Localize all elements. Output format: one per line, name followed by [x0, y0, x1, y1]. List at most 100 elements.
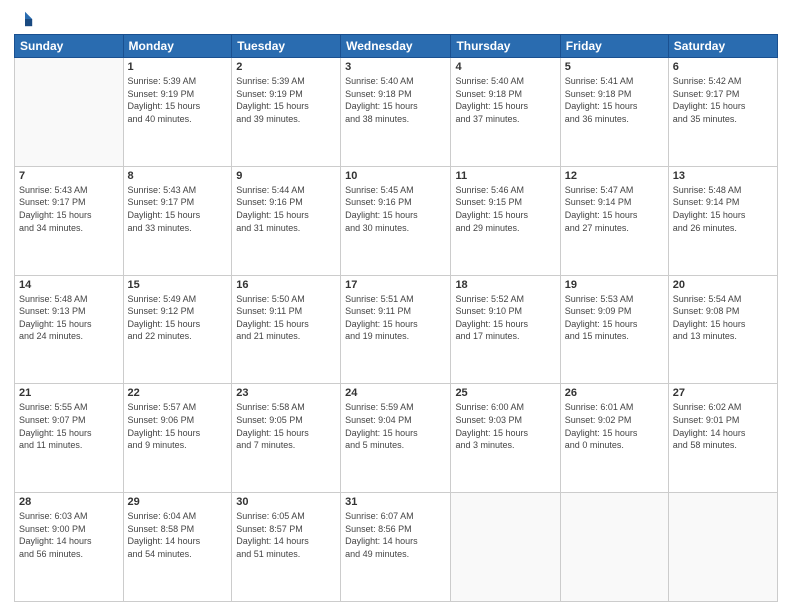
calendar-day-cell: 17 Sunrise: 5:51 AM Sunset: 9:11 PM Dayli… [341, 275, 451, 384]
day-number: 15 [128, 279, 228, 291]
calendar-day-cell: 29 Sunrise: 6:04 AM Sunset: 8:58 PM Dayli… [123, 493, 232, 602]
calendar-weekday-tuesday: Tuesday [232, 35, 341, 58]
logo [14, 10, 34, 28]
calendar-day-cell: 16 Sunrise: 5:50 AM Sunset: 9:11 PM Dayli… [232, 275, 341, 384]
page: SundayMondayTuesdayWednesdayThursdayFrid… [0, 0, 792, 612]
day-number: 18 [455, 279, 555, 291]
calendar-week-row-1: 1Sunrise: 5:39 AM Sunset: 9:19 PM Daylig… [15, 58, 778, 167]
day-info: Sunrise: 5:59 AM Sunset: 9:04 PM Dayligh… [345, 401, 446, 451]
day-info: Sunrise: 6:03 AM Sunset: 9:00 PM Dayligh… [19, 510, 119, 560]
calendar-day-cell: 28 Sunrise: 6:03 AM Sunset: 9:00 PM Dayli… [15, 493, 124, 602]
calendar-day-cell: 19 Sunrise: 5:53 AM Sunset: 9:09 PM Dayli… [560, 275, 668, 384]
calendar-day-cell: 14 Sunrise: 5:48 AM Sunset: 9:13 PM Dayli… [15, 275, 124, 384]
calendar-day-cell: 20 Sunrise: 5:54 AM Sunset: 9:08 PM Dayli… [668, 275, 777, 384]
day-number: 1 [128, 61, 228, 73]
calendar-header-row: SundayMondayTuesdayWednesdayThursdayFrid… [15, 35, 778, 58]
day-number: 7 [19, 170, 119, 182]
day-info: Sunrise: 5:48 AM Sunset: 9:14 PM Dayligh… [673, 184, 773, 234]
calendar-week-row-2: 7Sunrise: 5:43 AM Sunset: 9:17 PM Daylig… [15, 166, 778, 275]
calendar-day-cell: 15 Sunrise: 5:49 AM Sunset: 9:12 PM Dayli… [123, 275, 232, 384]
day-number: 6 [673, 61, 773, 73]
day-number: 9 [236, 170, 336, 182]
day-number: 2 [236, 61, 336, 73]
calendar-weekday-thursday: Thursday [451, 35, 560, 58]
day-info: Sunrise: 5:40 AM Sunset: 9:18 PM Dayligh… [345, 75, 446, 125]
calendar-day-cell: 5 Sunrise: 5:41 AM Sunset: 9:18 PM Daylig… [560, 58, 668, 167]
calendar-day-cell: 24Sunrise: 5:59 AM Sunset: 9:04 PM Dayli… [341, 384, 451, 493]
day-number: 16 [236, 279, 336, 291]
day-info: Sunrise: 5:48 AM Sunset: 9:13 PM Dayligh… [19, 293, 119, 343]
day-info: Sunrise: 6:00 AM Sunset: 9:03 PM Dayligh… [455, 401, 555, 451]
calendar-day-cell [451, 493, 560, 602]
calendar-day-cell: 30Sunrise: 6:05 AM Sunset: 8:57 PM Dayli… [232, 493, 341, 602]
calendar-table: SundayMondayTuesdayWednesdayThursdayFrid… [14, 34, 778, 602]
day-number: 3 [345, 61, 446, 73]
calendar-day-cell: 27 Sunrise: 6:02 AM Sunset: 9:01 PM Dayli… [668, 384, 777, 493]
calendar-day-cell: 9 Sunrise: 5:44 AM Sunset: 9:16 PM Daylig… [232, 166, 341, 275]
calendar-day-cell: 4 Sunrise: 5:40 AM Sunset: 9:18 PM Daylig… [451, 58, 560, 167]
calendar-day-cell: 3 Sunrise: 5:40 AM Sunset: 9:18 PM Daylig… [341, 58, 451, 167]
day-number: 31 [345, 496, 446, 508]
calendar-day-cell: 7Sunrise: 5:43 AM Sunset: 9:17 PM Daylig… [15, 166, 124, 275]
day-info: Sunrise: 5:49 AM Sunset: 9:12 PM Dayligh… [128, 293, 228, 343]
calendar-day-cell: 13Sunrise: 5:48 AM Sunset: 9:14 PM Dayli… [668, 166, 777, 275]
calendar-weekday-monday: Monday [123, 35, 232, 58]
day-number: 17 [345, 279, 446, 291]
day-number: 4 [455, 61, 555, 73]
calendar-day-cell [560, 493, 668, 602]
calendar-day-cell: 10 Sunrise: 5:45 AM Sunset: 9:16 PM Dayli… [341, 166, 451, 275]
logo-icon [16, 10, 34, 28]
day-number: 12 [565, 170, 664, 182]
day-number: 22 [128, 387, 228, 399]
day-info: Sunrise: 5:41 AM Sunset: 9:18 PM Dayligh… [565, 75, 664, 125]
day-info: Sunrise: 6:02 AM Sunset: 9:01 PM Dayligh… [673, 401, 773, 451]
calendar-weekday-wednesday: Wednesday [341, 35, 451, 58]
calendar-day-cell [668, 493, 777, 602]
calendar-day-cell [15, 58, 124, 167]
day-info: Sunrise: 5:54 AM Sunset: 9:08 PM Dayligh… [673, 293, 773, 343]
day-info: Sunrise: 6:05 AM Sunset: 8:57 PM Dayligh… [236, 510, 336, 560]
calendar-day-cell: 31 Sunrise: 6:07 AM Sunset: 8:56 PM Dayli… [341, 493, 451, 602]
calendar-week-row-4: 21Sunrise: 5:55 AM Sunset: 9:07 PM Dayli… [15, 384, 778, 493]
day-number: 28 [19, 496, 119, 508]
calendar-day-cell: 22 Sunrise: 5:57 AM Sunset: 9:06 PM Dayli… [123, 384, 232, 493]
calendar-weekday-friday: Friday [560, 35, 668, 58]
day-number: 11 [455, 170, 555, 182]
calendar-day-cell: 25 Sunrise: 6:00 AM Sunset: 9:03 PM Dayli… [451, 384, 560, 493]
day-number: 10 [345, 170, 446, 182]
day-info: Sunrise: 5:51 AM Sunset: 9:11 PM Dayligh… [345, 293, 446, 343]
day-info: Sunrise: 5:57 AM Sunset: 9:06 PM Dayligh… [128, 401, 228, 451]
day-info: Sunrise: 5:53 AM Sunset: 9:09 PM Dayligh… [565, 293, 664, 343]
day-info: Sunrise: 6:01 AM Sunset: 9:02 PM Dayligh… [565, 401, 664, 451]
calendar-week-row-3: 14 Sunrise: 5:48 AM Sunset: 9:13 PM Dayli… [15, 275, 778, 384]
calendar-day-cell: 6 Sunrise: 5:42 AM Sunset: 9:17 PM Daylig… [668, 58, 777, 167]
day-info: Sunrise: 5:58 AM Sunset: 9:05 PM Dayligh… [236, 401, 336, 451]
calendar-day-cell: 1Sunrise: 5:39 AM Sunset: 9:19 PM Daylig… [123, 58, 232, 167]
day-info: Sunrise: 5:42 AM Sunset: 9:17 PM Dayligh… [673, 75, 773, 125]
day-info: Sunrise: 6:07 AM Sunset: 8:56 PM Dayligh… [345, 510, 446, 560]
day-number: 20 [673, 279, 773, 291]
day-number: 27 [673, 387, 773, 399]
day-info: Sunrise: 5:46 AM Sunset: 9:15 PM Dayligh… [455, 184, 555, 234]
day-number: 29 [128, 496, 228, 508]
calendar-week-row-5: 28 Sunrise: 6:03 AM Sunset: 9:00 PM Dayli… [15, 493, 778, 602]
day-info: Sunrise: 5:45 AM Sunset: 9:16 PM Dayligh… [345, 184, 446, 234]
calendar-day-cell: 11 Sunrise: 5:46 AM Sunset: 9:15 PM Dayli… [451, 166, 560, 275]
calendar-day-cell: 21Sunrise: 5:55 AM Sunset: 9:07 PM Dayli… [15, 384, 124, 493]
day-info: Sunrise: 6:04 AM Sunset: 8:58 PM Dayligh… [128, 510, 228, 560]
calendar-day-cell: 12 Sunrise: 5:47 AM Sunset: 9:14 PM Dayli… [560, 166, 668, 275]
calendar-weekday-sunday: Sunday [15, 35, 124, 58]
day-info: Sunrise: 5:52 AM Sunset: 9:10 PM Dayligh… [455, 293, 555, 343]
day-number: 14 [19, 279, 119, 291]
day-number: 5 [565, 61, 664, 73]
day-number: 19 [565, 279, 664, 291]
day-number: 25 [455, 387, 555, 399]
header [14, 10, 778, 28]
calendar-day-cell: 18 Sunrise: 5:52 AM Sunset: 9:10 PM Dayli… [451, 275, 560, 384]
day-info: Sunrise: 5:47 AM Sunset: 9:14 PM Dayligh… [565, 184, 664, 234]
day-info: Sunrise: 5:50 AM Sunset: 9:11 PM Dayligh… [236, 293, 336, 343]
day-number: 21 [19, 387, 119, 399]
day-info: Sunrise: 5:40 AM Sunset: 9:18 PM Dayligh… [455, 75, 555, 125]
calendar-day-cell: 2Sunrise: 5:39 AM Sunset: 9:19 PM Daylig… [232, 58, 341, 167]
day-info: Sunrise: 5:44 AM Sunset: 9:16 PM Dayligh… [236, 184, 336, 234]
